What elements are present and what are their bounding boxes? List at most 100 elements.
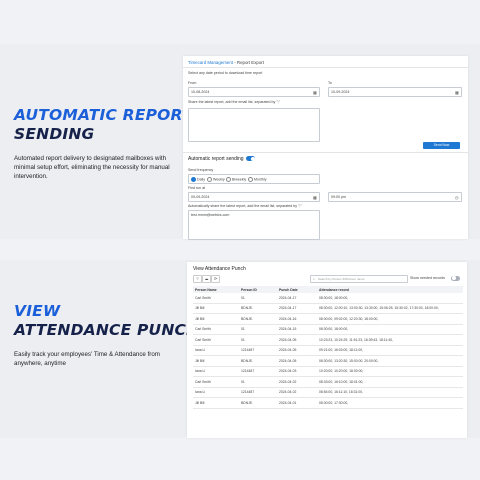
table-row[interactable]: Iana Li 1214487 2024-04-02 08:54:00, 16:11:… xyxy=(193,387,463,398)
radio-weekly[interactable]: Weekly xyxy=(207,177,225,182)
auto-email-textarea[interactable]: test.mmm@webtcs.com xyxy=(188,210,320,240)
cell-punch-date: 2024-04-01 xyxy=(277,397,317,409)
table-row[interactable]: Iana Li 1214487 2024-04-03 10:20:00, 10:20:… xyxy=(193,366,463,377)
first-run-date-input[interactable]: 09-09-2024 ▦ xyxy=(188,192,320,202)
cell-attendance-record: 10:23:23, 10:24:29, 11:51:23, 16:39:43, … xyxy=(317,334,463,346)
table-row[interactable]: Carl Smith 01 2024-04-15 08:30:00, 18:00:00… xyxy=(193,324,463,335)
cell-attendance-record: 09:21:00, 16:03:00, 18:11:00, xyxy=(317,345,463,356)
cell-punch-date: 2024-04-16 xyxy=(277,313,317,325)
cell-person-id: 1214487 xyxy=(239,345,277,356)
cell-person-name: Carl Smith xyxy=(193,293,239,304)
help-icon[interactable]: ? xyxy=(193,275,202,283)
table-row[interactable]: Carl Smith 01 2024-04-05 10:23:23, 10:24:29… xyxy=(193,334,463,346)
panel-title-sub: - Report Export xyxy=(234,60,264,65)
radio-dot-icon xyxy=(207,177,212,182)
radio-daily[interactable]: Daily xyxy=(191,177,205,182)
cell-punch-date: 2024-04-15 xyxy=(277,324,317,335)
radio-daily-label: Daily xyxy=(197,177,205,182)
cell-punch-date: 2024-04-05 xyxy=(277,355,317,367)
table-row[interactable]: Jill Bill BDNJE. 2024-04-17 08:30:00, 12:00… xyxy=(193,303,463,314)
attendance-panel: View Attendance Punch ? ☁ ⟳ ⌕ Search by … xyxy=(187,262,467,438)
cell-attendance-record: 08:30:00, 18:00:00, xyxy=(317,293,463,304)
radio-weekly-label: Weekly xyxy=(213,177,225,182)
cell-person-id: BDNJE. xyxy=(239,355,277,367)
col-attendance-record[interactable]: Attendance record xyxy=(317,286,463,293)
table-row[interactable]: Carl Smith 01 2024-04-02 08:33:00, 16:10:00… xyxy=(193,376,463,388)
auto-send-toggle[interactable] xyxy=(246,156,255,161)
table-body: Carl Smith 01 2024-04-17 08:30:00, 18:00:00… xyxy=(193,293,463,409)
cell-punch-date: 2024-04-17 xyxy=(277,303,317,314)
show-needed-toggle[interactable] xyxy=(451,275,460,281)
cell-person-name: Iana Li xyxy=(193,387,239,398)
cell-person-id: BDNJE. xyxy=(239,303,277,314)
table-row[interactable]: Jill Bill BDNJE. 2024-04-01 08:30:00, 17:30… xyxy=(193,397,463,409)
first-run-date-value: 09-09-2024 xyxy=(191,195,210,199)
cell-person-name: Iana Li xyxy=(193,345,239,356)
table-row[interactable]: Jill Bill BDNJE. 2024-04-16 08:30:00, 09:02… xyxy=(193,313,463,325)
cell-person-id: BDNJE. xyxy=(239,397,277,409)
toggle-knob xyxy=(250,156,255,161)
panel-title: Timecard Management - Report Export xyxy=(188,60,264,65)
col-person-id[interactable]: Person ID xyxy=(239,286,277,293)
select-label: Select any date period to download time … xyxy=(188,71,263,75)
cell-attendance-record: 08:30:00, 17:30:00, xyxy=(317,397,463,409)
cloud-download-icon[interactable]: ☁ xyxy=(202,275,211,283)
divider xyxy=(183,152,468,153)
calendar-icon[interactable]: ▦ xyxy=(313,195,317,200)
from-label: From xyxy=(188,81,197,85)
col-person-name[interactable]: Person Name xyxy=(193,286,239,293)
calendar-icon[interactable]: ▦ xyxy=(313,90,317,95)
punch-heading-line1: VIEW xyxy=(14,302,61,320)
search-input[interactable]: ⌕ Search by Person ID/Person name xyxy=(310,275,408,283)
table-row[interactable]: Jill Bill BDNJE. 2024-04-05 08:30:00, 13:20… xyxy=(193,355,463,367)
cell-attendance-record: 08:30:00, 13:20:30, 15:00:00, 20:00:00, xyxy=(317,355,463,367)
panel-title-main: Timecard Management xyxy=(188,60,233,65)
frequency-label: Send frequency xyxy=(188,168,214,172)
cell-punch-date: 2024-04-05 xyxy=(277,334,317,346)
table-header-row: Person Name Person ID Punch Date Attenda… xyxy=(193,286,463,293)
email-label: Share the latest report, add the email l… xyxy=(188,100,280,104)
table-row[interactable]: Carl Smith 01 2024-04-17 08:30:00, 18:00:00… xyxy=(193,293,463,304)
cell-person-name: Jill Bill xyxy=(193,355,239,367)
divider xyxy=(183,67,468,68)
radio-biweekly-label: Biweekly xyxy=(232,177,247,182)
auto-email-label: Automatically share the latest report, a… xyxy=(188,204,302,208)
punch-heading: VIEW ATTENDANCE PUNCH xyxy=(14,302,199,340)
radio-dot-icon xyxy=(191,177,196,182)
col-punch-date[interactable]: Punch Date xyxy=(277,286,317,293)
to-date-input[interactable]: 10-09-2024 ▦ xyxy=(328,87,462,97)
email-textarea[interactable] xyxy=(188,108,320,142)
table-row[interactable]: Iana Li 1214487 2024-04-05 09:21:00, 16:03:… xyxy=(193,345,463,356)
clock-icon[interactable]: ◷ xyxy=(455,195,459,200)
report-heading-line1: AUTOMATIC REPORT xyxy=(14,106,193,124)
to-label: To xyxy=(328,81,332,85)
report-heading: AUTOMATIC REPORT SENDING xyxy=(14,106,193,144)
radio-dot-icon xyxy=(226,177,231,182)
radio-monthly[interactable]: Monthly xyxy=(248,177,267,182)
cell-person-id: 01 xyxy=(239,293,277,304)
send-now-button[interactable]: Send Now xyxy=(423,142,460,149)
cell-person-id: 01 xyxy=(239,376,277,388)
search-placeholder: Search by Person ID/Person name xyxy=(318,277,365,282)
first-run-time-value: 09:00 pm xyxy=(331,195,346,199)
toggle-knob xyxy=(451,276,456,280)
first-run-time-input[interactable]: 09:00 pm ◷ xyxy=(328,192,462,202)
cell-person-id: 01 xyxy=(239,334,277,346)
cell-person-id: 1214487 xyxy=(239,366,277,377)
cell-person-name: Jill Bill xyxy=(193,303,239,314)
cell-punch-date: 2024-04-03 xyxy=(277,366,317,377)
punch-heading-line2: ATTENDANCE PUNCH xyxy=(14,321,200,339)
calendar-icon[interactable]: ▦ xyxy=(455,90,459,95)
cell-punch-date: 2024-04-17 xyxy=(277,293,317,304)
radio-dot-icon xyxy=(248,177,253,182)
cell-person-id: 01 xyxy=(239,324,277,335)
refresh-icon[interactable]: ⟳ xyxy=(211,275,220,283)
attendance-table: Person Name Person ID Punch Date Attenda… xyxy=(193,286,463,409)
cell-person-name: Carl Smith xyxy=(193,334,239,346)
from-date-input[interactable]: 10-08-2024 ▦ xyxy=(188,87,320,97)
report-export-panel: Timecard Management - Report Export Sele… xyxy=(183,56,468,240)
cell-person-name: Carl Smith xyxy=(193,376,239,388)
cell-attendance-record: 10:20:00, 10:20:00, 18:00:00, xyxy=(317,366,463,377)
radio-biweekly[interactable]: Biweekly xyxy=(226,177,246,182)
cell-attendance-record: 08:33:00, 16:10:00, 18:01:00, xyxy=(317,376,463,388)
